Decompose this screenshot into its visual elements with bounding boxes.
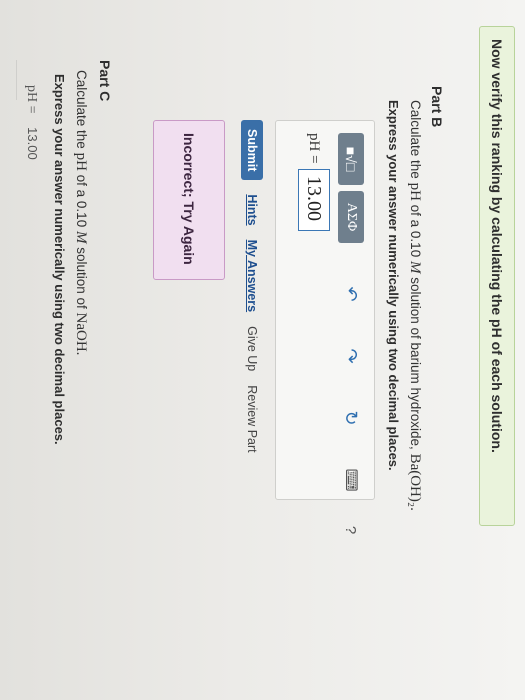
hints-link[interactable]: Hints <box>245 194 259 225</box>
templates-icon: ■√□ <box>343 146 359 172</box>
part-c-prompt: Calculate the pH of a 0.10 M solution of… <box>73 70 89 356</box>
math-toolbar: ■√□ ΑΣΦ ↶ ↷ ↻ ⌨ ? <box>338 133 364 541</box>
undo-icon[interactable]: ↶ <box>338 283 364 305</box>
screen: Now verify this ranking by calculating t… <box>0 0 525 700</box>
give-up-link[interactable]: Give Up <box>245 326 259 371</box>
keyboard-icon[interactable]: ⌨ <box>338 468 364 491</box>
my-answers-link[interactable]: My Answers <box>245 240 259 312</box>
part-c-answer: pH = 13.00 <box>23 85 40 160</box>
ph-input-label: pH = <box>306 133 322 164</box>
templates-button[interactable]: ■√□ <box>338 133 364 185</box>
redo-icon[interactable]: ↷ <box>338 345 364 367</box>
hint-banner-text: Now verify this ranking by calculating t… <box>489 39 505 453</box>
action-row: Submit Hints My Answers Give Up Review P… <box>241 120 263 453</box>
part-c-answer-label: pH = <box>24 85 39 114</box>
part-b-heading: Part B <box>429 86 445 128</box>
ph-answer-input[interactable]: 13.00 <box>298 169 330 231</box>
reset-icon[interactable]: ↻ <box>338 407 364 429</box>
part-c-answer-value: 13.00 <box>25 127 40 160</box>
review-part-link[interactable]: Review Part <box>245 385 259 452</box>
feedback-text: Incorrect; Try Again <box>181 133 197 265</box>
hint-banner: Now verify this ranking by calculating t… <box>479 26 515 526</box>
part-b-prompt: Calculate the pH of a 0.10 M solution of… <box>407 100 423 511</box>
part-c-instruction: Express your answer numerically using tw… <box>52 74 67 445</box>
part-c-heading[interactable]: Part C <box>97 60 113 101</box>
feedback-message: Incorrect; Try Again <box>153 120 225 280</box>
help-icon[interactable]: ? <box>338 519 364 541</box>
answer-box: ■√□ ΑΣΦ ↶ ↷ ↻ ⌨ ? pH = 13.00 <box>275 120 375 534</box>
greek-symbols-label: ΑΣΦ <box>344 202 359 232</box>
submit-button[interactable]: Submit <box>241 120 263 181</box>
greek-symbols-button[interactable]: ΑΣΦ <box>338 191 364 243</box>
part-b-instruction: Express your answer numerically using tw… <box>386 100 401 471</box>
divider <box>16 60 17 100</box>
